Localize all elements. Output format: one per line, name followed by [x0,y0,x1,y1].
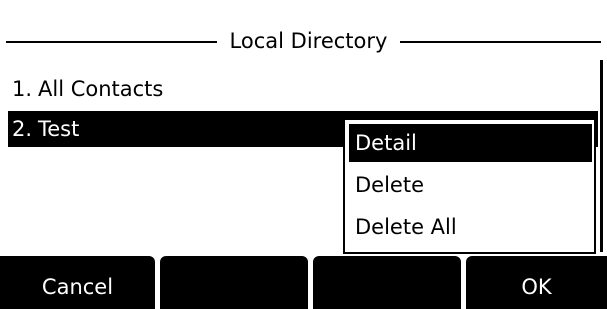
menu-item-detail[interactable]: Detail [349,124,592,162]
cancel-softkey[interactable]: Cancel [0,256,155,309]
page-title: Local Directory [229,29,388,53]
title-rule-right [400,41,601,43]
title-rule-left [6,41,217,43]
list-item-label: Test [38,117,80,141]
list-item-all-contacts[interactable]: 1. All Contacts [8,71,598,107]
list-item-number: 1. [12,77,33,101]
softkey-bar: Cancel OK [0,256,607,309]
menu-item-delete-all[interactable]: Delete All [349,208,592,246]
list-item-label: All Contacts [38,77,164,101]
list-item-number: 2. [12,117,33,141]
title-bar: Local Directory [0,28,607,54]
softkey-3[interactable] [313,256,461,309]
options-popup-menu: Detail Delete Delete All [343,118,596,254]
menu-item-delete[interactable]: Delete [349,166,592,204]
scrollbar[interactable] [600,60,603,252]
ok-softkey[interactable]: OK [466,256,607,309]
softkey-2[interactable] [160,256,308,309]
phone-screen: Local Directory 1. All Contacts 2. Test De… [0,0,607,309]
